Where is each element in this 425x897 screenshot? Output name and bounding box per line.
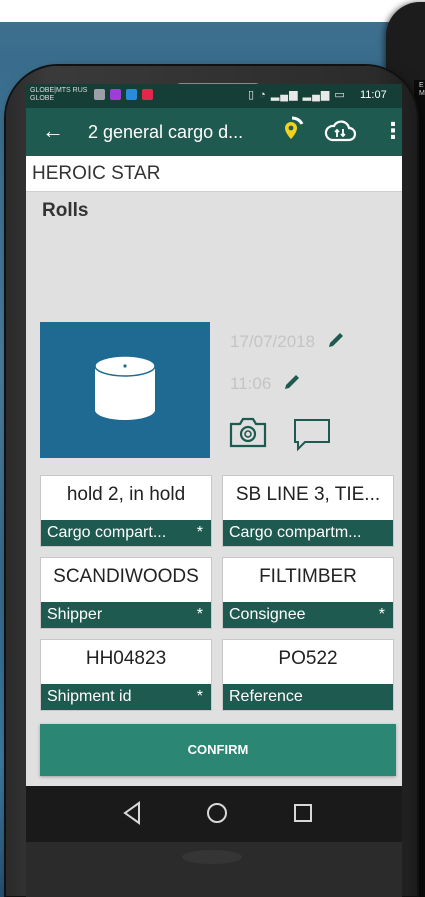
camera-icon[interactable] — [228, 414, 268, 450]
battery-icon: ▭ — [334, 89, 346, 101]
signal-icon: ▂▄▆ — [270, 89, 299, 101]
field-label: Reference — [223, 684, 393, 710]
required-marker: * — [196, 606, 203, 623]
vessel-name: HEROIC STAR — [32, 163, 161, 184]
field-label: Shipment id * — [41, 684, 211, 710]
cargo-image-tile[interactable] — [40, 322, 210, 458]
wifi-icon: ◔ — [259, 89, 267, 101]
nav-back-icon[interactable] — [120, 800, 144, 826]
page-title: 2 general cargo d... — [88, 122, 244, 142]
notification-icons — [94, 89, 153, 100]
phone-screen: GLOBE|MTS RUS GLOBE ▯ ◔ ▂▄▆ ▂▄▆ ▭ 11:07 … — [26, 84, 402, 897]
overflow-menu-icon[interactable]: ⋮ — [382, 120, 402, 142]
reference-field[interactable]: PO522 Reference — [222, 639, 394, 711]
location-timer-icon[interactable] — [280, 116, 306, 144]
field-label: Consignee * — [223, 602, 393, 628]
shipment-id-field[interactable]: HH04823 Shipment id * — [40, 639, 212, 711]
edit-date-pencil-icon[interactable] — [326, 330, 346, 350]
second-phone-carrier: E M — [419, 82, 425, 97]
field-label: Cargo compart... * — [41, 520, 211, 546]
confirm-button[interactable]: CONFIRM — [40, 724, 396, 776]
required-marker: * — [196, 524, 203, 541]
nav-recent-apps-icon[interactable] — [292, 802, 314, 824]
viber-notification-icon — [110, 89, 121, 100]
shipper-field[interactable]: SCANDIWOODS Shipper * — [40, 557, 212, 629]
cargo-compartment-secondary-field[interactable]: SB LINE 3, TIE... Cargo compartm... — [222, 475, 394, 547]
cargo-compartment-field[interactable]: hold 2, in hold Cargo compart... * — [40, 475, 212, 547]
cargo-date[interactable]: 17/07/2018 — [230, 330, 346, 352]
consignee-field[interactable]: FILTIMBER Consignee * — [222, 557, 394, 629]
cargo-type-heading: Rolls — [42, 200, 89, 221]
roll-icon — [94, 355, 156, 420]
required-marker: * — [196, 688, 203, 705]
cloud-sync-icon[interactable] — [324, 118, 356, 144]
status-clock: 11:07 — [360, 89, 387, 101]
edit-time-pencil-icon[interactable] — [282, 372, 302, 392]
gallery-notification-icon — [94, 89, 105, 100]
phone-chin-mark — [182, 850, 242, 864]
nav-home-icon[interactable] — [204, 800, 230, 826]
android-nav-bar — [26, 786, 402, 842]
system-status-icons: ▯ ◔ ▂▄▆ ▂▄▆ ▭ — [248, 88, 346, 101]
vibrate-icon: ▯ — [248, 89, 256, 101]
youtube-notification-icon — [142, 89, 153, 100]
messenger-notification-icon — [126, 89, 137, 100]
status-bar: GLOBE|MTS RUS GLOBE ▯ ◔ ▂▄▆ ▂▄▆ ▭ 11:07 — [26, 84, 402, 108]
back-arrow-icon[interactable]: ← — [42, 118, 64, 144]
comment-icon[interactable] — [292, 416, 332, 452]
field-label: Shipper * — [41, 602, 211, 628]
vessel-bar: HEROIC STAR — [26, 156, 402, 192]
carrier-name: GLOBE|MTS RUS GLOBE — [30, 87, 88, 102]
cargo-time[interactable]: 11:06 — [230, 372, 302, 394]
app-bar: ← 2 general cargo d... ⋮ — [26, 108, 402, 156]
signal-icon-2: ▂▄▆ — [302, 89, 331, 101]
field-label: Cargo compartm... — [223, 520, 393, 546]
required-marker: * — [378, 606, 385, 623]
phone-chin — [26, 842, 402, 897]
